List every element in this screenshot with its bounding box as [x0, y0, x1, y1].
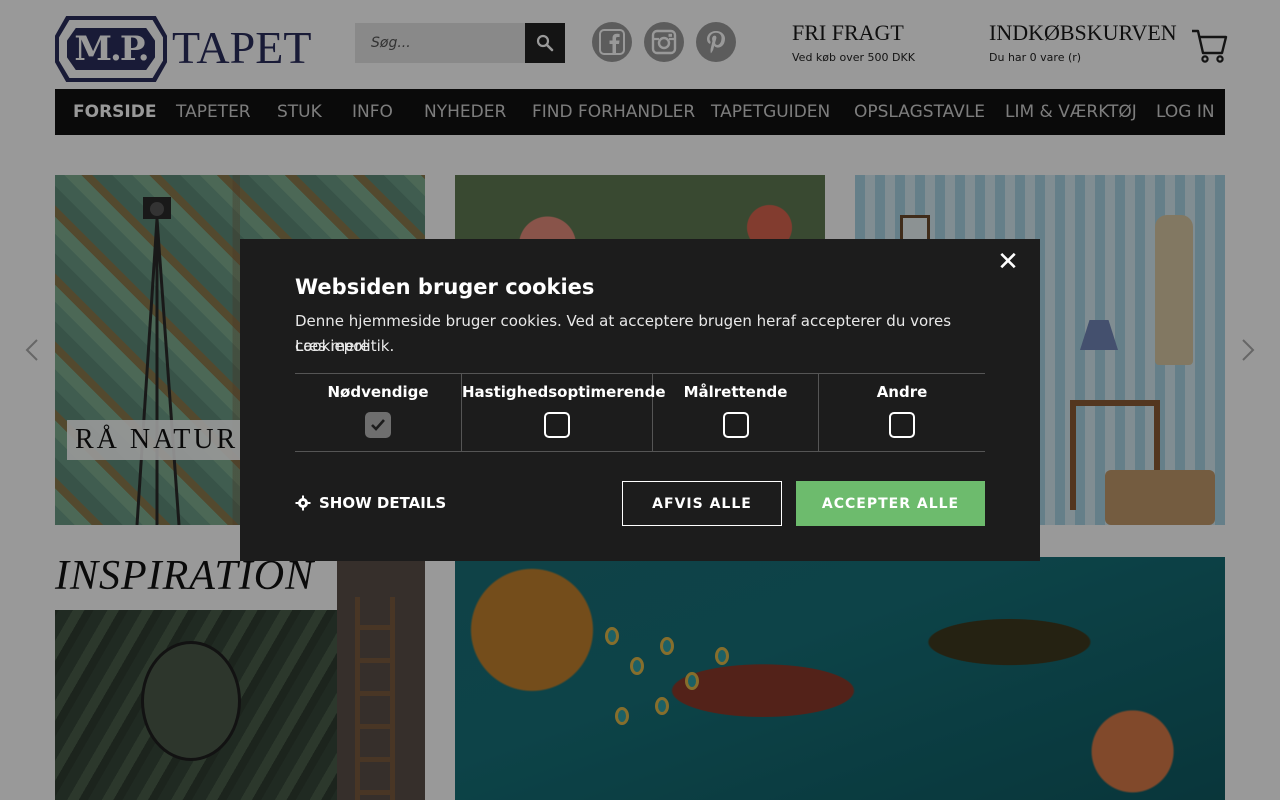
cookie-title: Websiden bruger cookies: [295, 275, 595, 299]
necessary-checkbox[interactable]: [365, 412, 391, 438]
cookie-category-necessary: Nødvendige: [295, 374, 462, 452]
checkmark-icon: [371, 419, 385, 431]
cookie-category-targeting: Målrettende: [653, 374, 819, 452]
show-details-label: SHOW DETAILS: [319, 494, 447, 512]
performance-checkbox[interactable]: [544, 412, 570, 438]
cookie-category-other: Andre: [819, 374, 985, 452]
targeting-checkbox[interactable]: [722, 412, 749, 438]
show-details-toggle[interactable]: SHOW DETAILS: [295, 494, 446, 512]
cookie-category-performance: Hastighedsoptimerende: [462, 374, 666, 452]
read-more-link[interactable]: Læs mere: [295, 334, 370, 359]
cookie-description: Denne hjemmeside bruger cookies. Ved at …: [295, 312, 952, 355]
other-checkbox[interactable]: [889, 412, 915, 438]
cookie-categories: Nødvendige Hastighedsoptimerende Målrett…: [295, 373, 985, 452]
close-icon[interactable]: ✕: [992, 249, 1024, 275]
gear-icon: [295, 495, 311, 511]
accept-all-button[interactable]: ACCEPTER ALLE: [796, 481, 985, 526]
reject-all-button[interactable]: AFVIS ALLE: [622, 481, 782, 526]
